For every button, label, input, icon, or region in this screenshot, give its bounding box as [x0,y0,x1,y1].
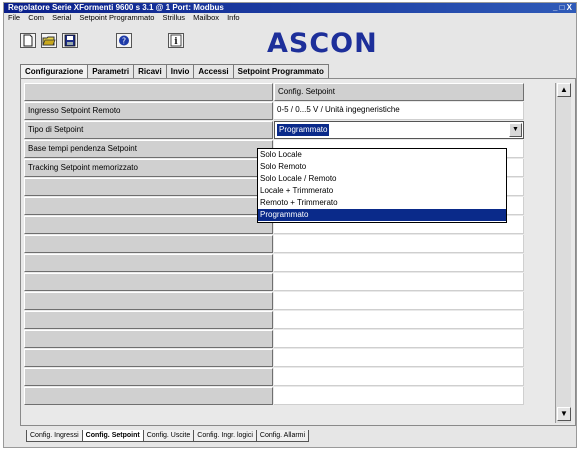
dropdown-option[interactable]: Remoto + Trimmerato [258,197,506,209]
title-bar: Regolatore Serie XFormenti 9600 s 3.1 @ … [4,3,576,13]
row-value-empty[interactable] [274,330,524,348]
tab-parametri[interactable]: Parametri [87,64,135,79]
menu-com[interactable]: Com [28,13,44,22]
menu-serial[interactable]: Serial [52,13,71,22]
dropdown-option[interactable]: Solo Remoto [258,161,506,173]
row-value-empty[interactable] [274,292,524,310]
tipo-setpoint-select[interactable]: Programmato ▼ [274,121,524,139]
table-row [24,368,524,386]
row-label-empty [24,235,273,253]
dropdown-option[interactable]: Locale + Trimmerato [258,185,506,197]
row-label-empty [24,349,273,367]
menu-file[interactable]: File [8,13,20,22]
scroll-up-icon[interactable]: ▲ [557,83,571,97]
menu-setpoint-programmato[interactable]: Setpoint Programmato [79,13,154,22]
grid-header-blank [24,83,273,101]
window-controls[interactable]: _ □ X [553,3,572,13]
row-label-empty [24,330,273,348]
row-label-empty [24,273,273,291]
sheet-tabs: Config. Ingressi Config. Setpoint Config… [26,430,310,442]
info-icon: i [170,34,182,47]
sheet-tab-config-ingr-logici[interactable]: Config. Ingr. logici [193,430,257,442]
tab-invio[interactable]: Invio [165,64,195,79]
menu-bar: File Com Serial Setpoint Programmato Str… [4,13,576,23]
toolbar: ? i ASCON [4,25,576,59]
config-panel: Config. Setpoint Ingresso Setpoint Remot… [20,78,576,426]
table-row [24,254,524,272]
dropdown-option-selected[interactable]: Programmato [258,209,506,221]
dropdown-option[interactable]: Solo Locale / Remoto [258,173,506,185]
info-button[interactable]: i [168,33,184,48]
open-icon [42,36,56,46]
row-value-ingresso-setpoint-remoto[interactable]: 0-5 / 0...5 V / Unità ingegneristiche [274,102,524,120]
tab-ricavi[interactable]: Ricavi [133,64,167,79]
menu-mailbox[interactable]: Mailbox [193,13,219,22]
scroll-down-icon[interactable]: ▼ [557,407,571,421]
row-value-empty[interactable] [274,349,524,367]
row-value-empty[interactable] [274,254,524,272]
new-file-button[interactable] [20,33,36,48]
row-value-empty[interactable] [274,273,524,291]
dropdown-option[interactable]: Solo Locale [258,149,506,161]
tipo-setpoint-dropdown-list[interactable]: Solo Locale Solo Remoto Solo Locale / Re… [257,148,507,223]
main-tabs: Configurazione Parametri Ricavi Invio Ac… [20,64,329,79]
window-title: Regolatore Serie XFormenti 9600 s 3.1 @ … [8,3,224,12]
tipo-setpoint-selected-value: Programmato [277,124,330,136]
sheet-tab-config-uscite[interactable]: Config. Uscite [142,430,195,442]
row-label-empty [24,216,273,234]
table-row [24,292,524,310]
vertical-scrollbar[interactable]: ▲ ▼ [555,83,571,423]
svg-text:?: ? [122,37,126,46]
help-button[interactable]: ? [116,33,132,48]
application-window: Regolatore Serie XFormenti 9600 s 3.1 @ … [3,2,577,448]
save-icon [64,34,76,47]
grid-header-row: Config. Setpoint [24,83,524,101]
tab-configurazione[interactable]: Configurazione [20,64,89,79]
sheet-tab-config-ingressi[interactable]: Config. Ingressi [26,430,83,442]
tab-setpoint-programmato[interactable]: Setpoint Programmato [232,64,329,79]
table-row [24,235,524,253]
row-label-empty [24,254,273,272]
table-row [24,273,524,291]
row-label-tracking-setpoint: Tracking Setpoint memorizzato [24,159,273,177]
ascon-logo: ASCON [267,28,378,59]
save-file-button[interactable] [62,33,78,48]
svg-text:i: i [174,37,178,47]
tab-accessi[interactable]: Accessi [193,64,234,79]
row-value-empty[interactable] [274,235,524,253]
table-row: Ingresso Setpoint Remoto 0-5 / 0...5 V /… [24,102,524,120]
grid-header-title: Config. Setpoint [274,83,524,101]
row-label-base-tempi-pendenza: Base tempi pendenza Setpoint [24,140,273,158]
sheet-tab-config-allarmi[interactable]: Config. Allarmi [255,430,310,442]
table-row [24,387,524,405]
menu-strillus[interactable]: Strillus [163,13,186,22]
menu-info[interactable]: Info [227,13,240,22]
chevron-down-icon[interactable]: ▼ [509,123,522,137]
sheet-tab-config-setpoint[interactable]: Config. Setpoint [81,430,144,442]
row-value-empty[interactable] [274,387,524,405]
table-row: Tipo di Setpoint Programmato ▼ [24,121,524,139]
new-icon [23,34,33,47]
row-value-empty[interactable] [274,311,524,329]
help-icon: ? [119,35,129,46]
row-value-empty[interactable] [274,368,524,386]
table-row [24,311,524,329]
row-label-empty [24,387,273,405]
open-file-button[interactable] [41,33,57,48]
table-row [24,349,524,367]
row-label-empty [24,178,273,196]
row-label-tipo-di-setpoint: Tipo di Setpoint [24,121,273,139]
row-label-empty [24,368,273,386]
row-label-ingresso-setpoint-remoto: Ingresso Setpoint Remoto [24,102,273,120]
row-label-empty [24,311,273,329]
row-label-empty [24,197,273,215]
row-label-empty [24,292,273,310]
table-row [24,330,524,348]
